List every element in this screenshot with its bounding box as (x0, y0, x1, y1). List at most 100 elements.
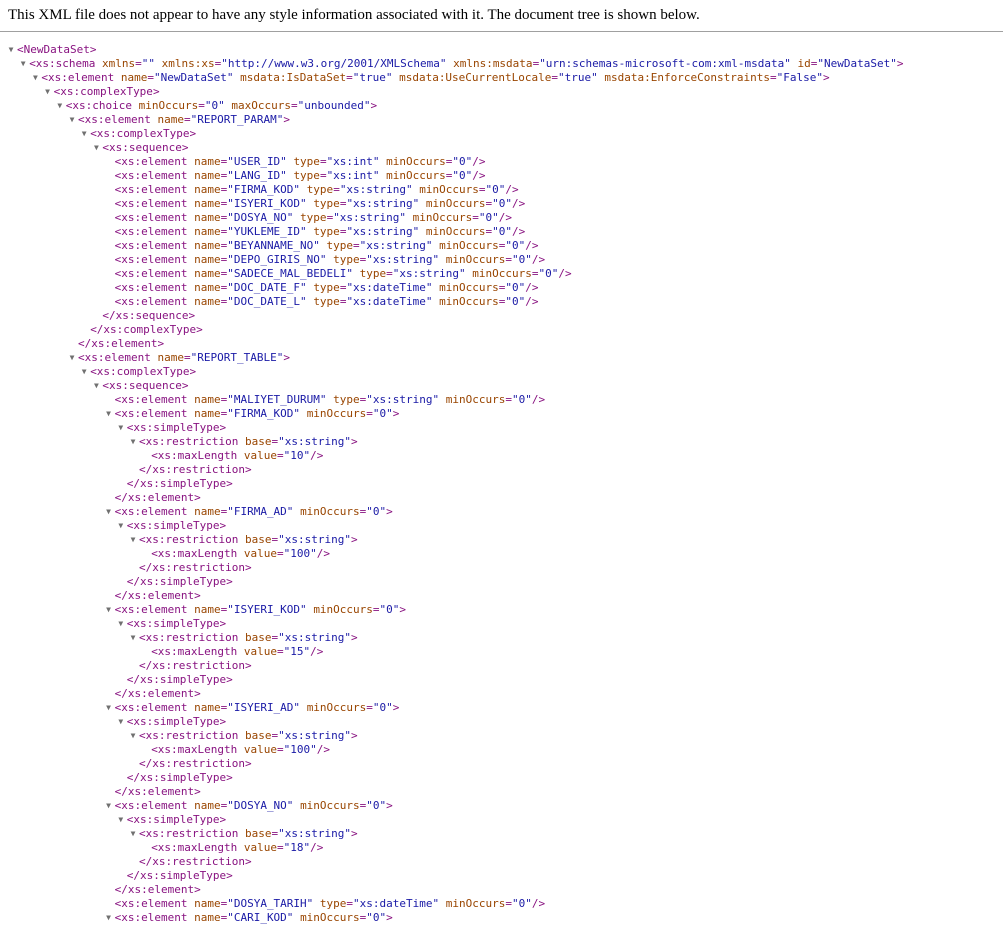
collapse-triangle-icon[interactable]: ▼ (128, 729, 138, 743)
xml-line: <xs:maxLength value="100"/> (0, 743, 1003, 757)
xml-tag-text: <xs:element name="BEYANNAME_NO" type="xs… (114, 239, 539, 252)
xml-line[interactable]: ▼ <xs:simpleType> (0, 421, 1003, 435)
xml-line: </xs:simpleType> (0, 673, 1003, 687)
xml-line[interactable]: ▼ <NewDataSet> (0, 43, 1003, 57)
xml-tag-text: <xs:element name="ISYERI_KOD" type="xs:s… (114, 197, 526, 210)
xml-tag-text: <xs:element name="ISYERI_KOD" minOccurs=… (114, 603, 407, 616)
xml-line[interactable]: ▼ <xs:element name="REPORT_TABLE"> (0, 351, 1003, 365)
xml-line[interactable]: ▼ <xs:restriction base="xs:string"> (0, 631, 1003, 645)
xml-line[interactable]: ▼ <xs:simpleType> (0, 715, 1003, 729)
xml-line[interactable]: ▼ <xs:simpleType> (0, 813, 1003, 827)
collapse-triangle-icon[interactable]: ▼ (128, 533, 138, 547)
xml-line: </xs:restriction> (0, 855, 1003, 869)
xml-tag-text: <xs:restriction base="xs:string"> (139, 827, 358, 840)
xml-tag-text: </xs:element> (114, 589, 201, 602)
xml-line: </xs:simpleType> (0, 869, 1003, 883)
xml-line[interactable]: ▼ <xs:element name="DOSYA_NO" minOccurs="… (0, 799, 1003, 813)
xml-tag-text: <NewDataSet> (17, 43, 97, 56)
xml-tag-text: <xs:restriction base="xs:string"> (139, 631, 358, 644)
xml-line[interactable]: ▼ <xs:element name="ISYERI_KOD" minOccurs… (0, 603, 1003, 617)
collapse-triangle-icon[interactable]: ▼ (128, 631, 138, 645)
xml-tag-text: <xs:maxLength value="10"/> (151, 449, 324, 462)
xml-line: <xs:element name="DOC_DATE_L" type="xs:d… (0, 295, 1003, 309)
xml-line: <xs:element name="MALIYET_DURUM" type="x… (0, 393, 1003, 407)
xml-tag-text: <xs:element name="MALIYET_DURUM" type="x… (114, 393, 546, 406)
xml-tag-text: </xs:simpleType> (126, 771, 233, 784)
xml-tag-text: <xs:restriction base="xs:string"> (139, 729, 358, 742)
xml-line[interactable]: ▼ <xs:choice minOccurs="0" maxOccurs="unb… (0, 99, 1003, 113)
xml-tag-text: <xs:simpleType> (126, 421, 227, 434)
xml-line[interactable]: ▼ <xs:complexType> (0, 365, 1003, 379)
xml-tag-text: <xs:schema xmlns="" xmlns:xs="http://www… (29, 57, 904, 70)
xml-line[interactable]: ▼ <xs:element name="NewDataSet" msdata:Is… (0, 71, 1003, 85)
collapse-triangle-icon[interactable]: ▼ (30, 71, 40, 85)
xml-line[interactable]: ▼ <xs:simpleType> (0, 617, 1003, 631)
xml-tag-text: <xs:maxLength value="18"/> (151, 841, 324, 854)
collapse-triangle-icon[interactable]: ▼ (128, 435, 138, 449)
xml-line: </xs:simpleType> (0, 477, 1003, 491)
collapse-triangle-icon[interactable]: ▼ (128, 827, 138, 841)
xml-tag-text: <xs:element name="ISYERI_AD" minOccurs="… (114, 701, 400, 714)
collapse-triangle-icon[interactable]: ▼ (116, 813, 126, 827)
xml-tag-text: </xs:element> (114, 785, 201, 798)
xml-line[interactable]: ▼ <xs:restriction base="xs:string"> (0, 729, 1003, 743)
xml-line[interactable]: ▼ <xs:sequence> (0, 141, 1003, 155)
xml-line: </xs:restriction> (0, 659, 1003, 673)
xml-tag-text: <xs:complexType> (90, 365, 197, 378)
xml-tag-text: <xs:sequence> (102, 379, 189, 392)
xml-line[interactable]: ▼ <xs:element name="ISYERI_AD" minOccurs=… (0, 701, 1003, 715)
collapse-triangle-icon[interactable]: ▼ (43, 85, 53, 99)
xml-line: </xs:simpleType> (0, 575, 1003, 589)
xml-line[interactable]: ▼ <xs:complexType> (0, 85, 1003, 99)
collapse-triangle-icon[interactable]: ▼ (116, 421, 126, 435)
collapse-triangle-icon[interactable]: ▼ (91, 379, 101, 393)
xml-line[interactable]: ▼ <xs:element name="FIRMA_KOD" minOccurs=… (0, 407, 1003, 421)
collapse-triangle-icon[interactable]: ▼ (55, 99, 65, 113)
xml-line[interactable]: ▼ <xs:restriction base="xs:string"> (0, 533, 1003, 547)
xml-tag-text: </xs:sequence> (102, 309, 196, 322)
xml-line: </xs:element> (0, 785, 1003, 799)
xml-tag-text: <xs:simpleType> (126, 715, 227, 728)
collapse-triangle-icon[interactable]: ▼ (116, 617, 126, 631)
xml-tag-text: <xs:sequence> (102, 141, 189, 154)
collapse-triangle-icon[interactable]: ▼ (104, 603, 114, 617)
xml-tag-text: <xs:element name="CARI_KOD" minOccurs="0… (114, 911, 393, 924)
xml-line: </xs:sequence> (0, 309, 1003, 323)
xml-line[interactable]: ▼ <xs:restriction base="xs:string"> (0, 827, 1003, 841)
xml-tag-text: <xs:element name="REPORT_PARAM"> (78, 113, 290, 126)
collapse-triangle-icon[interactable]: ▼ (104, 911, 114, 925)
collapse-triangle-icon[interactable]: ▼ (79, 365, 89, 379)
xml-tag-text: <xs:choice minOccurs="0" maxOccurs="unbo… (65, 99, 378, 112)
collapse-triangle-icon[interactable]: ▼ (91, 141, 101, 155)
xml-line[interactable]: ▼ <xs:element name="CARI_KOD" minOccurs="… (0, 911, 1003, 925)
xml-tag-text: </xs:restriction> (139, 463, 252, 476)
xml-line[interactable]: ▼ <xs:restriction base="xs:string"> (0, 435, 1003, 449)
xml-tag-text: <xs:element name="DEPO_GIRIS_NO" type="x… (114, 253, 546, 266)
xml-line[interactable]: ▼ <xs:complexType> (0, 127, 1003, 141)
xml-line: <xs:element name="DOSYA_NO" type="xs:str… (0, 211, 1003, 225)
xml-tag-text: <xs:element name="DOSYA_NO" minOccurs="0… (114, 799, 393, 812)
xml-line[interactable]: ▼ <xs:sequence> (0, 379, 1003, 393)
xml-line[interactable]: ▼ <xs:element name="FIRMA_AD" minOccurs="… (0, 505, 1003, 519)
collapse-triangle-icon[interactable]: ▼ (116, 715, 126, 729)
xml-line[interactable]: ▼ <xs:schema xmlns="" xmlns:xs="http://ww… (0, 57, 1003, 71)
xml-tag-text: <xs:element name="FIRMA_KOD" type="xs:st… (114, 183, 519, 196)
collapse-triangle-icon[interactable]: ▼ (104, 505, 114, 519)
collapse-triangle-icon[interactable]: ▼ (6, 43, 16, 57)
collapse-triangle-icon[interactable]: ▼ (104, 799, 114, 813)
collapse-triangle-icon[interactable]: ▼ (67, 113, 77, 127)
xml-tag-text: </xs:element> (114, 687, 201, 700)
xml-tag-text: <xs:element name="SADECE_MAL_BEDELI" typ… (114, 267, 572, 280)
collapse-triangle-icon[interactable]: ▼ (104, 701, 114, 715)
xml-tag-text: <xs:simpleType> (126, 617, 227, 630)
collapse-triangle-icon[interactable]: ▼ (79, 127, 89, 141)
collapse-triangle-icon[interactable]: ▼ (67, 351, 77, 365)
collapse-triangle-icon[interactable]: ▼ (18, 57, 28, 71)
xml-tag-text: <xs:element name="FIRMA_KOD" minOccurs="… (114, 407, 400, 420)
xml-line: </xs:restriction> (0, 757, 1003, 771)
xml-line[interactable]: ▼ <xs:element name="REPORT_PARAM"> (0, 113, 1003, 127)
xml-line[interactable]: ▼ <xs:simpleType> (0, 519, 1003, 533)
collapse-triangle-icon[interactable]: ▼ (104, 407, 114, 421)
xml-tag-text: </xs:simpleType> (126, 673, 233, 686)
collapse-triangle-icon[interactable]: ▼ (116, 519, 126, 533)
